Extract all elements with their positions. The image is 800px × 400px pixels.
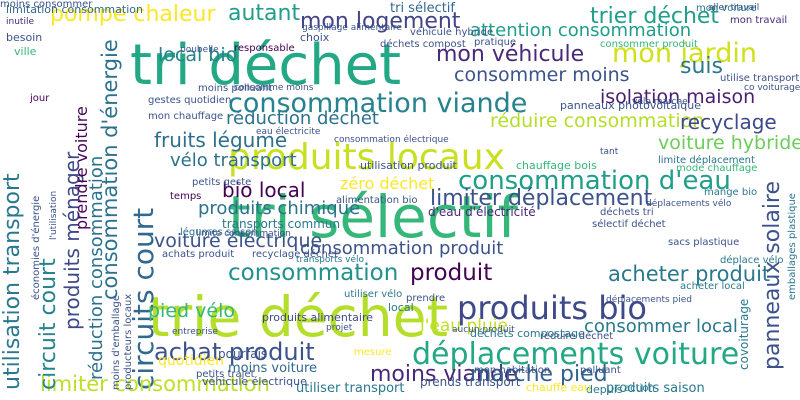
cloud-word: sacs plastique — [668, 237, 740, 248]
cloud-word: prends transport — [420, 375, 521, 389]
cloud-word: déplace vélo — [720, 255, 784, 266]
cloud-word: choix — [300, 31, 330, 44]
cloud-word: transports vélo — [296, 255, 365, 265]
cloud-word: aucun produit — [452, 325, 515, 335]
cloud-word: l'utilisation — [49, 190, 59, 240]
cloud-word: producteurs locaux — [123, 293, 134, 390]
cloud-word: vélo marche — [632, 97, 688, 107]
cloud-word: zéro déchet — [340, 174, 435, 193]
cloud-word: pratique — [474, 37, 517, 48]
cloud-word: produits alimentaire — [262, 311, 374, 324]
cloud-word: déchets compost — [380, 39, 466, 50]
cloud-word: réduire consommation — [490, 110, 705, 132]
cloud-word: gestes quotidien — [148, 95, 232, 106]
cloud-word: entreprise — [172, 327, 218, 337]
cloud-word: petits geste — [192, 177, 252, 188]
cloud-word: acheter local — [680, 281, 745, 292]
cloud-word: pied vélo — [148, 300, 235, 322]
cloud-word: temps — [170, 191, 202, 202]
cloud-word: chauffage bois — [516, 159, 597, 172]
cloud-word: quotidien — [158, 353, 224, 369]
cloud-word: économies d'énergie — [31, 195, 42, 300]
cloud-word: alimentation bio — [336, 195, 418, 206]
cloud-word: poubelle — [180, 45, 219, 55]
cloud-word: déchets tri — [600, 207, 654, 218]
cloud-word: ville — [14, 45, 37, 58]
cloud-word: consommer produit — [600, 39, 698, 50]
cloud-word: mesure — [354, 347, 392, 358]
cloud-word: réduire déchet — [540, 331, 614, 342]
cloud-word: produit — [410, 260, 493, 286]
cloud-word: déplacements vélo — [646, 199, 732, 209]
cloud-word: co voiturage — [744, 83, 800, 93]
cloud-word: aller travail — [708, 3, 760, 13]
cloud-word: mon chauffage — [148, 111, 224, 122]
cloud-word: action — [624, 383, 655, 394]
cloud-word: prendre voiture — [72, 106, 91, 230]
cloud-word: utilisation transport — [0, 173, 25, 390]
cloud-word: d'eau d'électricité — [428, 205, 536, 219]
cloud-word: projet — [326, 323, 353, 333]
cloud-word: vélo transport — [170, 150, 297, 171]
cloud-word: mode chauffage — [676, 163, 758, 174]
cloud-word: réduction déchet — [226, 108, 379, 129]
cloud-word: recyclage — [680, 110, 777, 134]
cloud-word: utilisation produit — [360, 159, 457, 172]
cloud-word: moins d'emballage — [111, 294, 122, 390]
cloud-word: voiture hybride — [658, 132, 800, 154]
cloud-word: déplacements pied — [606, 295, 693, 305]
cloud-word: prendre — [406, 293, 446, 304]
cloud-word: jour — [30, 93, 50, 104]
cloud-word: eau électricite — [256, 127, 321, 137]
cloud-word: polluant — [580, 365, 621, 376]
cloud-word: utiliser transport — [296, 381, 405, 396]
cloud-word: utiliser vélo — [344, 289, 403, 300]
cloud-word: autant — [228, 1, 301, 26]
cloud-word: consomme moins — [234, 83, 314, 93]
word-cloud: tri déchet tri sélectif trie déchet produit… — [0, 0, 800, 400]
cloud-word: responsable — [234, 43, 295, 54]
cloud-word: limite consommation — [196, 229, 291, 239]
cloud-word: sélectif déchet — [592, 219, 666, 230]
cloud-word: inutile — [6, 17, 34, 27]
cloud-word: consommation électrique — [334, 135, 449, 145]
cloud-word: mange bio — [704, 187, 758, 198]
cloud-word: panneaux solaire — [760, 180, 785, 370]
cloud-word: consommer moins — [454, 64, 630, 86]
cloud-word: suis — [680, 54, 723, 79]
cloud-word: chauffe eau — [526, 381, 592, 394]
cloud-word: tri sélectif — [390, 1, 455, 16]
cloud-word: petits trajet — [196, 369, 255, 380]
cloud-word: pourrais — [218, 347, 268, 361]
cloud-word: depuis — [586, 383, 623, 396]
cloud-word: tant — [600, 147, 619, 157]
cloud-word: achats produit — [162, 249, 235, 260]
cloud-word: mon habitation — [474, 365, 551, 376]
cloud-word: moins consommer — [0, 0, 93, 10]
cloud-word: emballages plastique — [787, 193, 798, 300]
cloud-word: covoiturage — [737, 298, 751, 370]
cloud-word: besoin — [6, 31, 43, 44]
cloud-word: mon travail — [730, 15, 788, 26]
cloud-word: consommation — [228, 260, 399, 286]
